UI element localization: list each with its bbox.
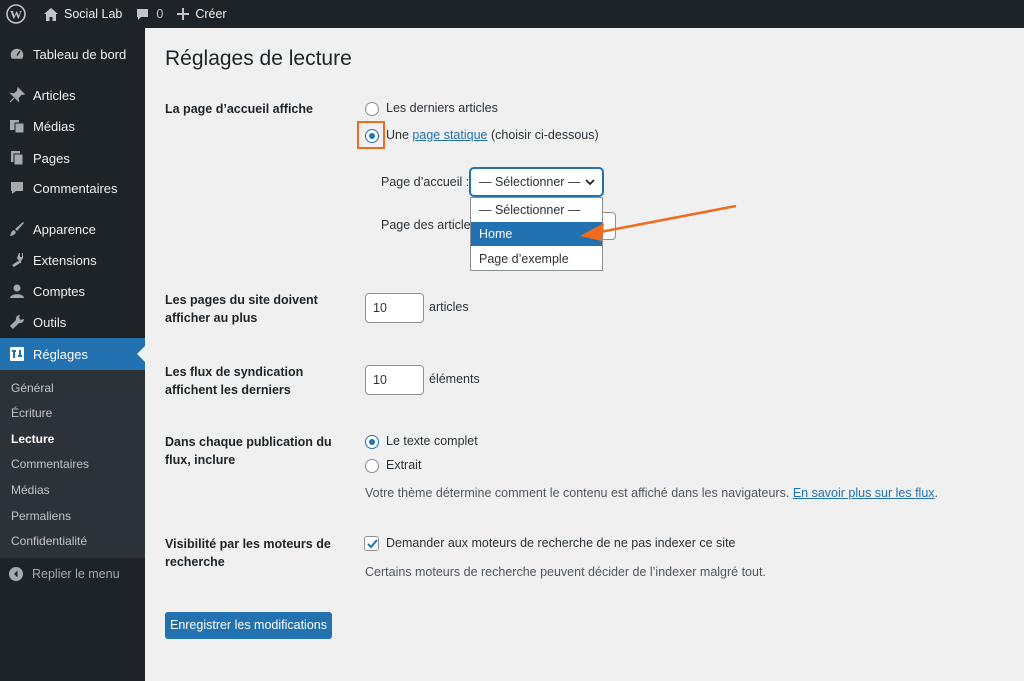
checkmark-icon — [367, 539, 378, 549]
static-page-label: Une page statique (choisir ci-dessous) — [386, 128, 599, 142]
admin-sidebar: Tableau de bord Articles Médias Pages Co… — [0, 28, 145, 681]
settings-submenu: Général Écriture Lecture Commentaires Mé… — [0, 370, 145, 558]
pin-icon — [7, 85, 27, 105]
discourage-search-checkbox[interactable] — [364, 536, 379, 551]
wrench-icon — [7, 312, 27, 332]
static-page-suffix: (choisir ci-dessous) — [490, 128, 599, 142]
page-title: Réglages de lecture — [165, 47, 352, 70]
sidebar-item-comments[interactable]: Commentaires — [0, 172, 145, 204]
front-page-select-value: — Sélectionner — — [479, 175, 581, 189]
search-visibility-label: Visibilité par les moteurs de recherche — [165, 537, 331, 569]
collapse-menu-button[interactable]: Replier le menu — [0, 564, 120, 584]
feed-items-label: Les flux de syndication affichent les de… — [165, 365, 304, 397]
comments-count: 0 — [156, 7, 164, 21]
latest-posts-label: Les derniers articles — [386, 101, 498, 115]
home-icon — [44, 7, 58, 21]
dropdown-option-home[interactable]: Home — [471, 222, 602, 246]
sidebar-item-plugins[interactable]: Extensions — [0, 244, 145, 276]
homepage-label: La page d’accueil affiche — [165, 102, 313, 116]
submenu-item-privacy[interactable]: Confidentialité — [11, 534, 87, 548]
comments-link[interactable]: 0 — [129, 0, 170, 28]
sidebar-item-tools[interactable]: Outils — [0, 306, 145, 338]
sidebar-item-label: Pages — [33, 150, 70, 166]
sidebar-item-medias[interactable]: Médias — [0, 110, 145, 142]
sidebar-item-label: Réglages — [33, 346, 88, 362]
admin-bar: W Social Lab 0 Créer — [0, 0, 1024, 28]
search-visibility-description: Certains moteurs de recherche peuvent dé… — [365, 565, 766, 579]
collapse-icon — [9, 567, 23, 581]
radio-static-page[interactable] — [365, 129, 379, 143]
sidebar-item-label: Commentaires — [33, 180, 118, 196]
sidebar-item-settings[interactable]: Réglages — [0, 338, 145, 370]
sidebar-item-users[interactable]: Comptes — [0, 275, 145, 307]
media-icon — [7, 116, 27, 136]
user-icon — [7, 281, 27, 301]
feed-description-text: Votre thème détermine comment le contenu… — [365, 486, 790, 500]
feed-items-unit: éléments — [429, 372, 480, 386]
collapse-label: Replier le menu — [32, 567, 120, 581]
sidebar-item-dashboard[interactable]: Tableau de bord — [0, 38, 145, 70]
posts-per-page-unit: articles — [429, 300, 469, 314]
dropdown-option-sample-page[interactable]: Page d’exemple — [471, 247, 602, 271]
submenu-item-writing[interactable]: Écriture — [11, 406, 52, 420]
sidebar-item-label: Outils — [33, 314, 67, 330]
pages-icon — [7, 148, 27, 168]
sidebar-item-pages[interactable]: Pages — [0, 142, 145, 174]
site-name: Social Lab — [64, 7, 123, 21]
feed-description-period: . — [934, 486, 939, 500]
wordpress-logo-icon[interactable]: W — [0, 0, 32, 28]
sidebar-item-label: Articles — [33, 87, 76, 103]
site-name-link[interactable]: Social Lab — [37, 0, 129, 28]
save-changes-button[interactable]: Enregistrer les modifications — [165, 612, 332, 639]
submenu-item-reading[interactable]: Lecture — [11, 432, 54, 446]
comments-icon — [7, 178, 27, 198]
chevron-down-icon — [584, 176, 596, 191]
sidebar-item-label: Apparence — [33, 221, 96, 237]
new-content-link[interactable]: Créer — [170, 0, 233, 28]
static-page-link[interactable]: page statique — [412, 128, 487, 142]
brush-icon — [7, 219, 27, 239]
feed-items-input[interactable]: 10 — [365, 365, 424, 395]
sidebar-item-label: Comptes — [33, 283, 86, 299]
feed-content-label: Dans chaque publication du flux, inclure — [165, 435, 332, 467]
full-text-label: Le texte complet — [386, 434, 478, 448]
settings-icon — [7, 344, 27, 364]
plugin-icon — [7, 250, 27, 270]
submenu-item-media[interactable]: Médias — [11, 483, 50, 497]
front-page-select[interactable]: — Sélectionner — — [470, 168, 603, 196]
posts-per-page-label: Les pages du site doivent afficher au pl… — [165, 293, 318, 325]
posts-per-page-input[interactable]: 10 — [365, 293, 424, 323]
sidebar-item-appearance[interactable]: Apparence — [0, 213, 145, 245]
submenu-item-general[interactable]: Général — [11, 381, 54, 395]
radio-full-text[interactable] — [365, 435, 379, 449]
comment-bubble-icon — [136, 8, 149, 21]
radio-latest-posts[interactable] — [365, 102, 379, 116]
discourage-search-label: Demander aux moteurs de recherche de ne … — [386, 536, 736, 550]
sidebar-item-label: Médias — [33, 118, 75, 134]
feed-content-description: Votre thème détermine comment le contenu… — [365, 486, 938, 500]
posts-page-label: Page des articles — [381, 218, 477, 232]
submenu-item-permalinks[interactable]: Permaliens — [11, 509, 71, 523]
excerpt-label: Extrait — [386, 458, 422, 472]
dashboard-icon — [7, 44, 27, 64]
submenu-item-discussion[interactable]: Commentaires — [11, 457, 89, 471]
plus-icon — [177, 8, 190, 20]
sidebar-item-label: Extensions — [33, 252, 97, 268]
front-page-dropdown: — Sélectionner — Home Page d’exemple — [470, 197, 603, 271]
sidebar-item-articles[interactable]: Articles — [0, 79, 145, 111]
static-page-prefix: Une — [386, 128, 409, 142]
svg-text:W: W — [10, 8, 22, 22]
sidebar-item-label: Tableau de bord — [33, 46, 127, 62]
new-label: Créer — [195, 7, 227, 21]
front-page-label: Page d’accueil : — [381, 175, 470, 189]
radio-excerpt[interactable] — [365, 459, 379, 473]
feeds-learn-more-link[interactable]: En savoir plus sur les flux — [793, 486, 935, 500]
dropdown-option-select[interactable]: — Sélectionner — — [471, 198, 602, 222]
